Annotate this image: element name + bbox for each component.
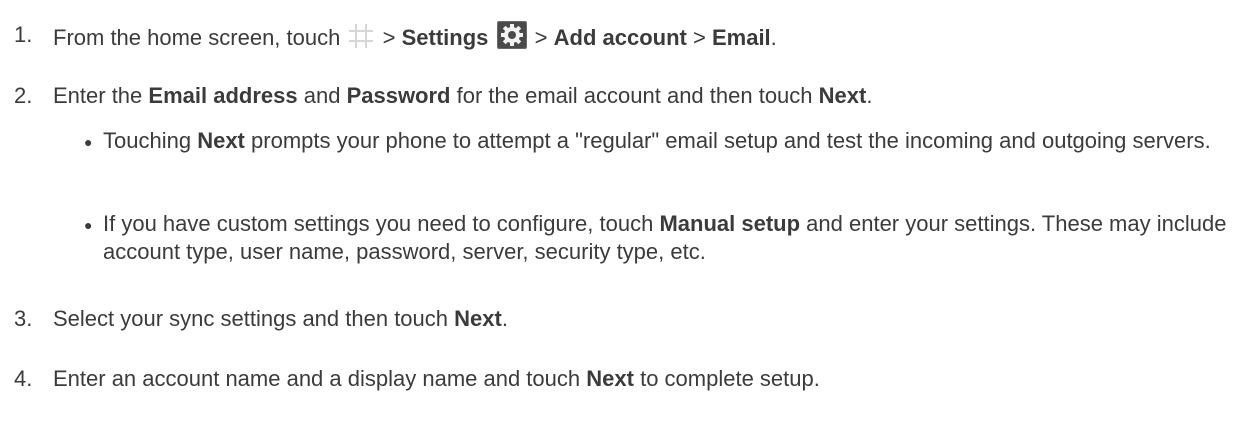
step-text: Select your sync settings and then touch… [53, 306, 508, 331]
next-label: Next [586, 366, 634, 391]
step-text: From the home screen, touch > Settings >… [53, 21, 777, 52]
email-label: Email [711, 25, 771, 50]
next-label: Next [818, 83, 867, 108]
next-label: Next [454, 306, 502, 331]
bullet-text: Touching Next prompts your phone to atte… [103, 128, 1211, 153]
bullet-glyph: ● [84, 217, 93, 233]
step-number: 2. [14, 83, 33, 108]
email-address-label: Email address [148, 83, 298, 108]
manual-setup-label: Manual setup [659, 211, 801, 236]
bullet-glyph: ● [84, 134, 93, 150]
step-text: Enter the Email address and Password for… [53, 83, 873, 108]
settings-label: Settings [401, 25, 489, 50]
apps-grid-icon [348, 23, 374, 49]
step-number: 3. [14, 306, 33, 331]
password-label: Password [346, 83, 451, 108]
next-label: Next [197, 128, 245, 153]
settings-gear-icon [496, 21, 527, 49]
add-account-label: Add account [553, 25, 687, 50]
step-number: 1. [14, 22, 33, 47]
step-number: 4. [14, 366, 33, 391]
step-text: Enter an account name and a display name… [53, 366, 820, 391]
bullet-text: If you have custom settings you need to … [103, 211, 1227, 264]
instructions-document: 1. From the home screen, touch > Setting… [0, 0, 1242, 421]
